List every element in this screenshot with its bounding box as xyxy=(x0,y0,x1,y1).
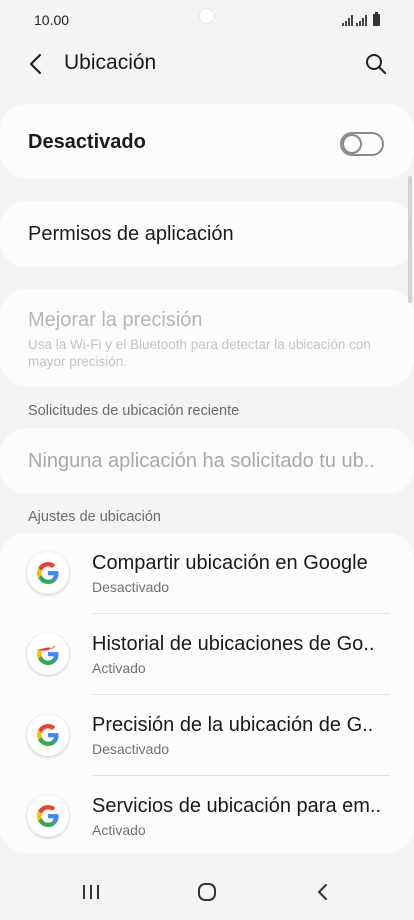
google-icon xyxy=(27,633,69,675)
battery-icon xyxy=(373,12,380,26)
navigation-bar xyxy=(0,864,414,920)
location-settings-screen: 10.00 Ubicación Desactivado Permisos de … xyxy=(0,0,414,920)
recent-requests-empty-text: Ninguna aplicación ha solicitado tu ub.. xyxy=(28,450,375,472)
scrollbar[interactable] xyxy=(408,176,412,303)
back-button[interactable] xyxy=(22,50,50,78)
setting-row-emergency-location[interactable]: Servicios de ubicación para em.. Activad… xyxy=(0,776,414,856)
setting-status: Activado xyxy=(92,822,146,838)
app-header: Ubicación xyxy=(0,44,414,84)
location-toggle-label: Desactivado xyxy=(28,131,146,153)
google-icon xyxy=(27,552,69,594)
search-button[interactable] xyxy=(362,50,390,78)
google-icon xyxy=(27,795,69,837)
improve-accuracy-title: Mejorar la precisión xyxy=(28,309,203,331)
setting-title: Compartir ubicación en Google xyxy=(92,552,368,574)
improve-accuracy-item: Mejorar la precisión Usa la Wi-Fi y el B… xyxy=(0,289,414,386)
recent-apps-icon xyxy=(83,885,99,899)
setting-row-location-accuracy[interactable]: Precisión de la ubicación de G.. Desacti… xyxy=(0,695,414,775)
front-camera xyxy=(199,8,215,24)
location-settings-card: Compartir ubicación en Google Desactivad… xyxy=(0,533,414,853)
setting-title: Precisión de la ubicación de G.. xyxy=(92,714,374,736)
home-icon xyxy=(198,883,216,901)
search-icon xyxy=(366,54,387,75)
status-time: 10.00 xyxy=(34,12,70,28)
location-settings-header: Ajustes de ubicación xyxy=(28,509,161,525)
location-toggle-switch[interactable] xyxy=(340,132,384,156)
chevron-left-icon xyxy=(29,53,42,75)
recent-apps-button[interactable] xyxy=(77,878,105,906)
improve-accuracy-description: Usa la Wi-Fi y el Bluetooth para detecta… xyxy=(28,337,371,369)
app-permissions-item[interactable]: Permisos de aplicación xyxy=(0,201,414,267)
setting-status: Activado xyxy=(92,660,146,676)
setting-status: Desactivado xyxy=(92,741,170,757)
setting-row-share-location[interactable]: Compartir ubicación en Google Desactivad… xyxy=(0,533,414,613)
signal-icon xyxy=(356,15,367,26)
google-icon xyxy=(27,714,69,756)
location-toggle-card[interactable]: Desactivado xyxy=(0,104,414,178)
toggle-knob xyxy=(342,134,362,154)
setting-status: Desactivado xyxy=(92,579,170,595)
recent-requests-header: Solicitudes de ubicación reciente xyxy=(28,403,240,419)
setting-title: Historial de ubicaciones de Go.. xyxy=(92,633,375,655)
setting-title: Servicios de ubicación para em.. xyxy=(92,795,382,817)
setting-row-location-history[interactable]: Historial de ubicaciones de Go.. Activad… xyxy=(0,614,414,694)
status-bar: 10.00 xyxy=(0,0,414,40)
signal-icon xyxy=(342,15,353,26)
back-icon xyxy=(318,884,327,900)
page-title: Ubicación xyxy=(64,51,157,74)
status-icons xyxy=(342,12,380,26)
home-button[interactable] xyxy=(193,878,221,906)
recent-requests-card: Ninguna aplicación ha solicitado tu ub.. xyxy=(0,428,414,494)
app-permissions-label: Permisos de aplicación xyxy=(28,223,234,245)
nav-back-button[interactable] xyxy=(309,878,337,906)
